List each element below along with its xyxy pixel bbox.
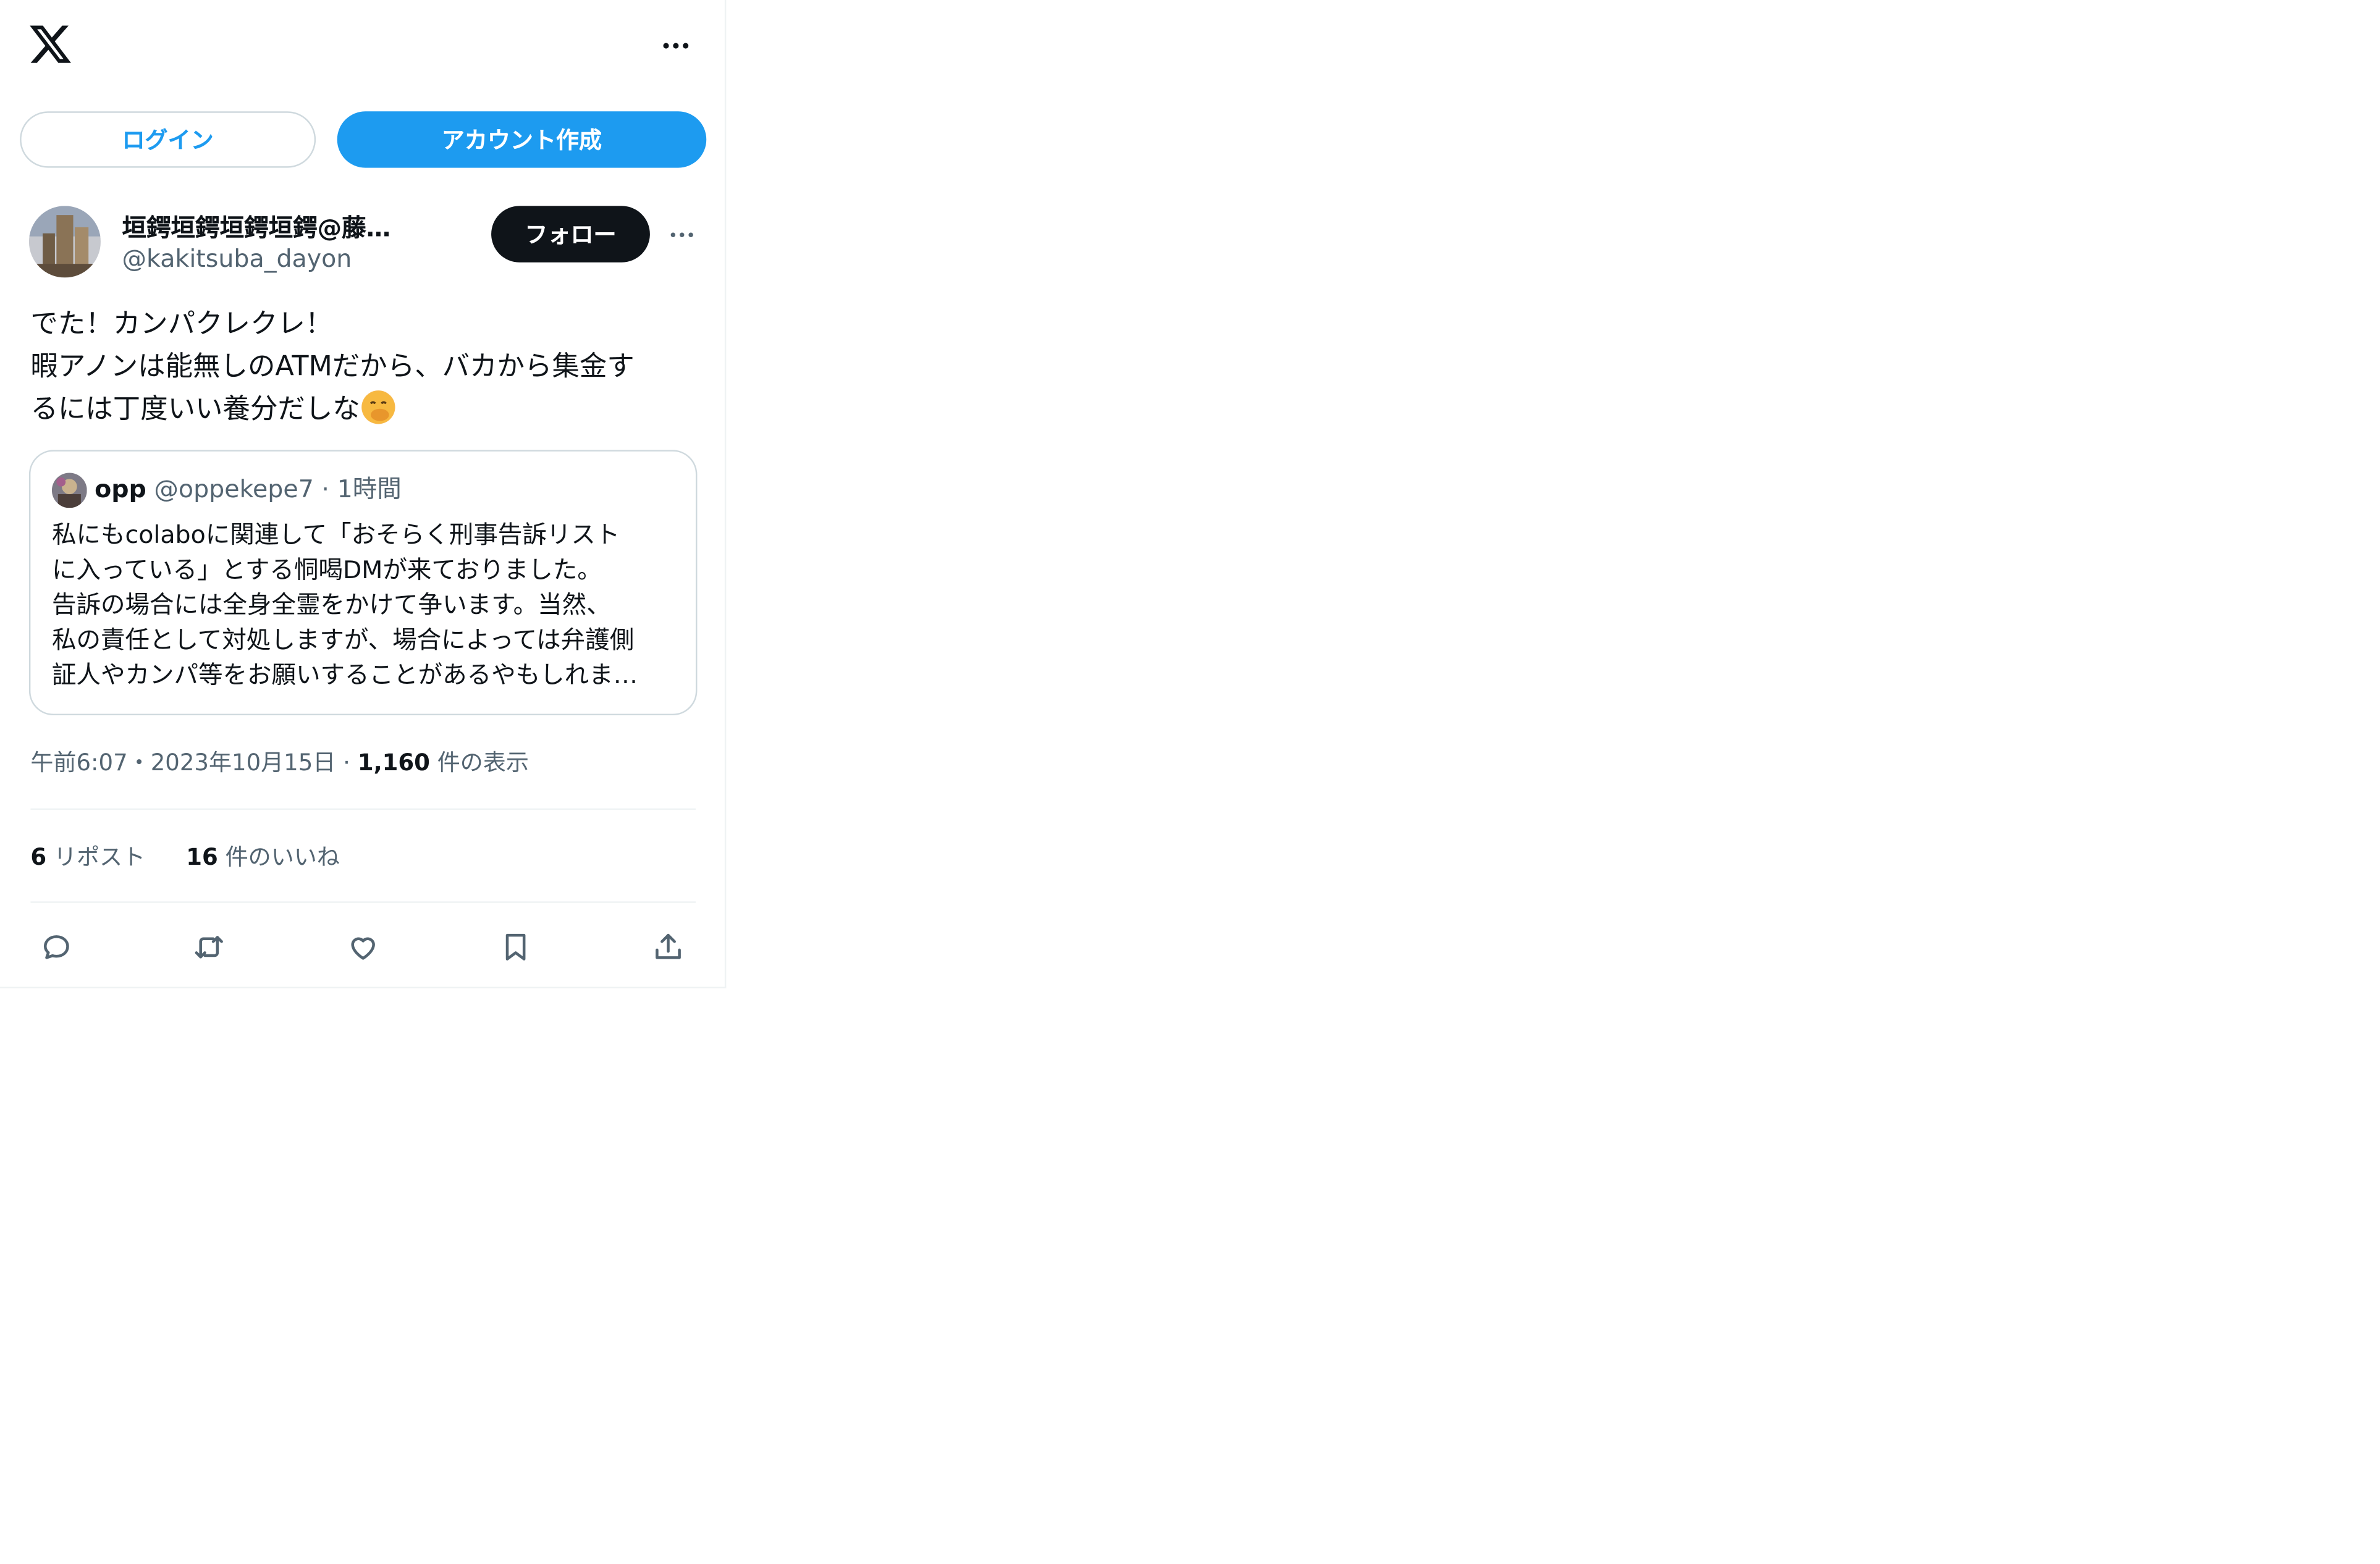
quoted-avatar[interactable] — [51, 473, 87, 508]
quoted-line: 私の責任として対処しますが、場合によっては弁護側 — [51, 625, 635, 655]
tweet-more-icon[interactable] — [662, 215, 702, 254]
more-horizontal-icon[interactable] — [653, 25, 699, 67]
tweet-meta: 午前6:07・2023年10月15日 · 1,160 件の表示 — [30, 746, 529, 778]
x-logo-icon[interactable] — [27, 22, 73, 67]
share-icon[interactable] — [643, 921, 694, 973]
tweet-stats: 6 リポスト 16 件のいいね — [30, 841, 373, 873]
reposts-stat[interactable]: 6 リポスト — [30, 843, 145, 870]
signup-button[interactable]: アカウント作成 — [337, 111, 707, 168]
quoted-handle: @oppekepe7 — [154, 474, 314, 503]
quoted-line: に入っている」とする恫喝DMが来ておりました。 — [51, 555, 602, 584]
quoted-line: 告訴の場合には全身全霊をかけて争います。当然、 — [51, 590, 611, 620]
top-bar — [0, 0, 726, 91]
repost-icon[interactable] — [183, 921, 235, 973]
reposts-label: リポスト — [53, 843, 146, 871]
quoted-name: opp — [95, 474, 146, 503]
divider — [30, 901, 696, 903]
page: ログイン アカウント作成 垣鍔垣鍔垣鍔垣鍔@藤… @kakitsuba_dayo… — [0, 0, 2380, 1562]
likes-label: 件のいいね — [225, 843, 340, 871]
views-count: 1,160 — [357, 749, 430, 776]
quoted-separator: · — [321, 474, 329, 503]
tweet-line: 暇アノンは能無しのATMだから、バカから集金す — [30, 350, 635, 383]
face-with-hand-over-mouth-emoji — [361, 390, 395, 424]
bookmark-icon[interactable] — [490, 921, 542, 973]
login-button[interactable]: ログイン — [20, 111, 316, 168]
quoted-tweet[interactable]: opp @oppekepe7 · 1時間 私にもcolaboに関連して「おそらく… — [28, 450, 698, 716]
follow-button[interactable]: フォロー — [491, 206, 650, 263]
likes-count: 16 — [186, 843, 218, 871]
quoted-header: opp @oppekepe7 · 1時間 — [95, 473, 402, 506]
tweet-text: でた！カンパクレクレ！ 暇アノンは能無しのATMだから、バカから集金す るには丁… — [30, 303, 701, 431]
likes-stat[interactable]: 16 件のいいね — [186, 843, 340, 870]
quoted-line: 私にもcolaboに関連して「おそらく刑事告訴リスト — [51, 519, 620, 549]
views-label: 件の表示 — [437, 749, 529, 776]
tweet-line: るには丁度いい養分だしな — [30, 389, 701, 432]
author-name[interactable]: 垣鍔垣鍔垣鍔垣鍔@藤… — [122, 208, 473, 244]
like-icon[interactable] — [337, 921, 389, 973]
meta-separator: ・ — [127, 749, 151, 776]
tweet-line-text: るには丁度いい養分だしな — [30, 393, 360, 426]
tweet-column: ログイン アカウント作成 垣鍔垣鍔垣鍔垣鍔@藤… @kakitsuba_dayo… — [0, 0, 727, 989]
quoted-text: 私にもcolaboに関連して「おそらく刑事告訴リスト に入っている」とする恫喝D… — [52, 517, 680, 692]
reposts-count: 6 — [30, 843, 47, 871]
reply-icon[interactable] — [30, 921, 82, 973]
avatar[interactable] — [28, 206, 101, 278]
author-handle[interactable]: @kakitsuba_dayon — [122, 244, 352, 273]
tweet-date[interactable]: 2023年10月15日 — [151, 749, 336, 776]
divider — [30, 808, 696, 810]
quoted-time: 1時間 — [337, 474, 402, 503]
meta-separator: · — [343, 749, 350, 776]
tweet-time[interactable]: 午前6:07 — [30, 749, 127, 776]
quoted-line: 証人やカンパ等をお願いすることがあるやもしれま… — [51, 660, 638, 690]
tweet-line: でた！カンパクレクレ！ — [30, 308, 333, 340]
